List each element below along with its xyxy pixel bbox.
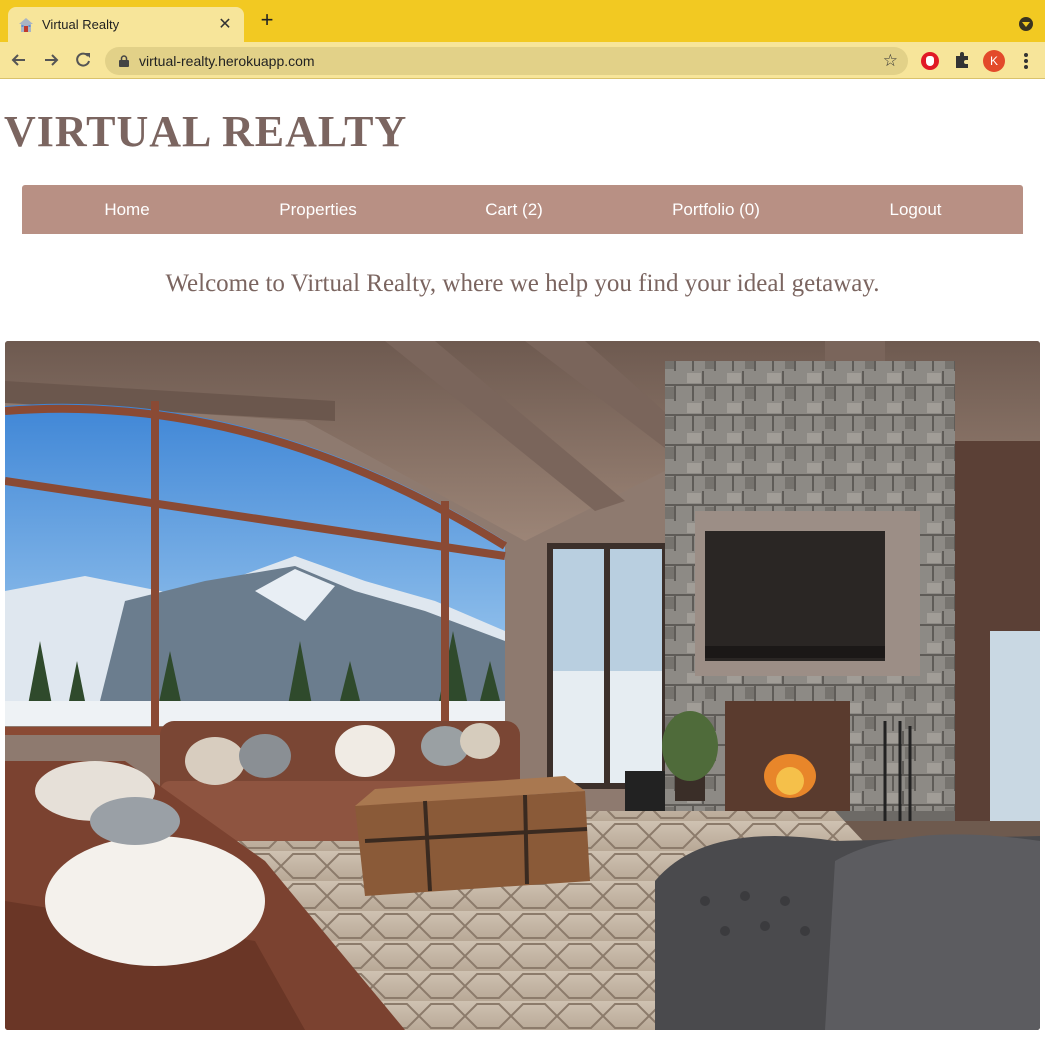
browser-menu-icon[interactable]	[1020, 51, 1032, 71]
browser-tab-strip: Virtual Realty ✕ +	[0, 0, 1045, 42]
nav-logout-link[interactable]: Logout	[873, 185, 958, 234]
tab-search-icon[interactable]	[1019, 17, 1033, 31]
welcome-message: Welcome to Virtual Realty, where we help…	[165, 270, 880, 297]
url-text: virtual-realty.herokuapp.com	[139, 53, 315, 69]
reload-icon[interactable]	[73, 50, 93, 70]
forward-arrow-icon[interactable]	[41, 50, 61, 70]
nav-portfolio-link[interactable]: Portfolio (0)	[656, 185, 776, 234]
tab-title: Virtual Realty	[42, 17, 120, 32]
main-navbar: Home Properties Cart (2) Portfolio (0) L…	[22, 185, 1023, 234]
adblock-extension-icon[interactable]	[921, 52, 939, 70]
nav-home-link[interactable]: Home	[82, 185, 172, 234]
extensions-puzzle-icon[interactable]	[953, 51, 971, 69]
hero-image	[5, 341, 1040, 1030]
house-favicon-icon	[19, 17, 33, 32]
nav-cart-link[interactable]: Cart (2)	[469, 185, 559, 234]
site-title: VIRTUAL REALTY	[4, 107, 408, 156]
back-arrow-icon[interactable]	[9, 50, 29, 70]
bookmark-star-icon[interactable]: ☆	[883, 52, 898, 70]
browser-toolbar: virtual-realty.herokuapp.com ☆ K	[0, 42, 1045, 79]
browser-tab[interactable]: Virtual Realty ✕	[8, 7, 244, 42]
address-bar[interactable]: virtual-realty.herokuapp.com ☆	[105, 47, 908, 75]
lock-icon	[119, 55, 129, 67]
living-room-mountain-view-image	[5, 341, 1040, 1030]
tab-close-icon[interactable]: ✕	[216, 16, 234, 33]
new-tab-icon[interactable]: +	[257, 9, 277, 31]
profile-avatar[interactable]: K	[983, 50, 1005, 72]
nav-properties-link[interactable]: Properties	[263, 185, 373, 234]
